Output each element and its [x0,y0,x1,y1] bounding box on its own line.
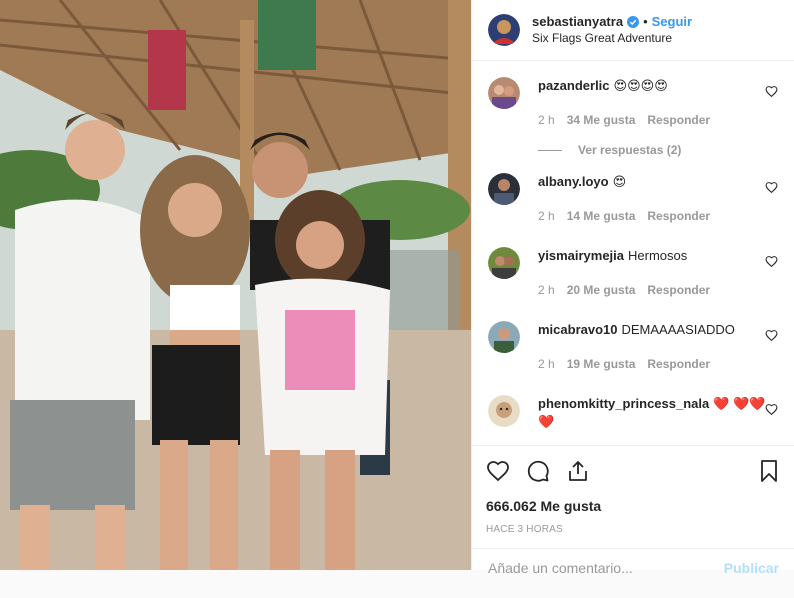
comment-item: pazanderlic 😍😍😍😍 2 h 34 Me gusta Responde… [472,77,794,173]
comment-username[interactable]: micabravo10 [538,322,618,337]
share-icon[interactable] [566,459,590,483]
add-comment-bar: Publicar [472,548,794,598]
comment-time[interactable]: 2 h [538,281,555,299]
comment-username[interactable]: yismairymejia [538,248,624,263]
comment-time[interactable]: 2 h [538,111,555,129]
comment-time[interactable]: 2 h [538,207,555,225]
comment-likes[interactable]: 20 Me gusta [567,281,636,299]
reply-button[interactable]: Responder [647,355,710,373]
heart-icon[interactable] [765,85,778,98]
reply-button[interactable]: Responder [647,207,710,225]
author-avatar[interactable] [488,14,520,46]
view-replies-button[interactable]: Ver respuestas (2) [538,141,778,159]
reply-button[interactable]: Responder [647,111,710,129]
comment-text: 😍 [612,174,627,189]
verified-badge-icon [627,15,640,28]
comment-likes[interactable]: 34 Me gusta [567,111,636,129]
comment-text: Hermosos [628,248,688,263]
post-header: sebastianyatra • Seguir Six Flags Great … [472,0,794,61]
comment-time[interactable]: 2 h [538,355,555,373]
comment-username[interactable]: pazanderlic [538,78,610,93]
post-timestamp: HACE 3 HORAS [486,524,563,535]
comment-username[interactable]: phenomkitty_princess_nala [538,396,709,411]
comment-item: phenomkitty_princess_nala ❤️ ❤️❤️❤️ [472,395,794,445]
instagram-post: sebastianyatra • Seguir Six Flags Great … [0,0,794,576]
add-comment-input[interactable] [488,560,724,576]
replies-divider [538,149,562,151]
commenter-avatar[interactable] [488,247,520,279]
post-sidebar: sebastianyatra • Seguir Six Flags Great … [471,0,794,576]
follow-button[interactable]: Seguir [652,13,692,30]
view-replies-label: Ver respuestas (2) [578,143,682,157]
header-separator: • [643,14,648,29]
comment-likes[interactable]: 19 Me gusta [567,355,636,373]
photo-illustration [0,0,471,570]
publish-button[interactable]: Publicar [724,560,779,576]
commenter-avatar[interactable] [488,321,520,353]
heart-icon[interactable] [765,255,778,268]
post-location[interactable]: Six Flags Great Adventure [532,30,692,47]
comment-text: DEMAAAASIADDO [621,322,735,337]
comment-username[interactable]: albany.loyo [538,174,609,189]
heart-icon[interactable] [765,181,778,194]
bookmark-icon[interactable] [757,459,781,483]
comment-item: albany.loyo 😍 2 h 14 Me gusta Responder [472,173,794,247]
comment-likes[interactable]: 14 Me gusta [567,207,636,225]
commenter-avatar[interactable] [488,173,520,205]
commenter-avatar[interactable] [488,77,520,109]
post-actions: 666.062 Me gusta HACE 3 HORAS [472,445,794,535]
heart-icon[interactable] [486,459,510,483]
comment-icon[interactable] [526,459,550,483]
comments-list[interactable]: pazanderlic 😍😍😍😍 2 h 34 Me gusta Responde… [472,61,794,445]
comment-item: micabravo10 DEMAAAASIADDO 2 h 19 Me gusta… [472,321,794,395]
likes-count[interactable]: 666.062 Me gusta [486,498,781,514]
heart-icon[interactable] [765,403,778,416]
heart-icon[interactable] [765,329,778,342]
comment-item: yismairymejia Hermosos 2 h 20 Me gusta Re… [472,247,794,321]
post-photo[interactable] [0,0,471,570]
commenter-avatar[interactable] [488,395,520,427]
comment-text: 😍😍😍😍 [613,78,668,93]
reply-button[interactable]: Responder [647,281,710,299]
author-username[interactable]: sebastianyatra [532,13,623,30]
